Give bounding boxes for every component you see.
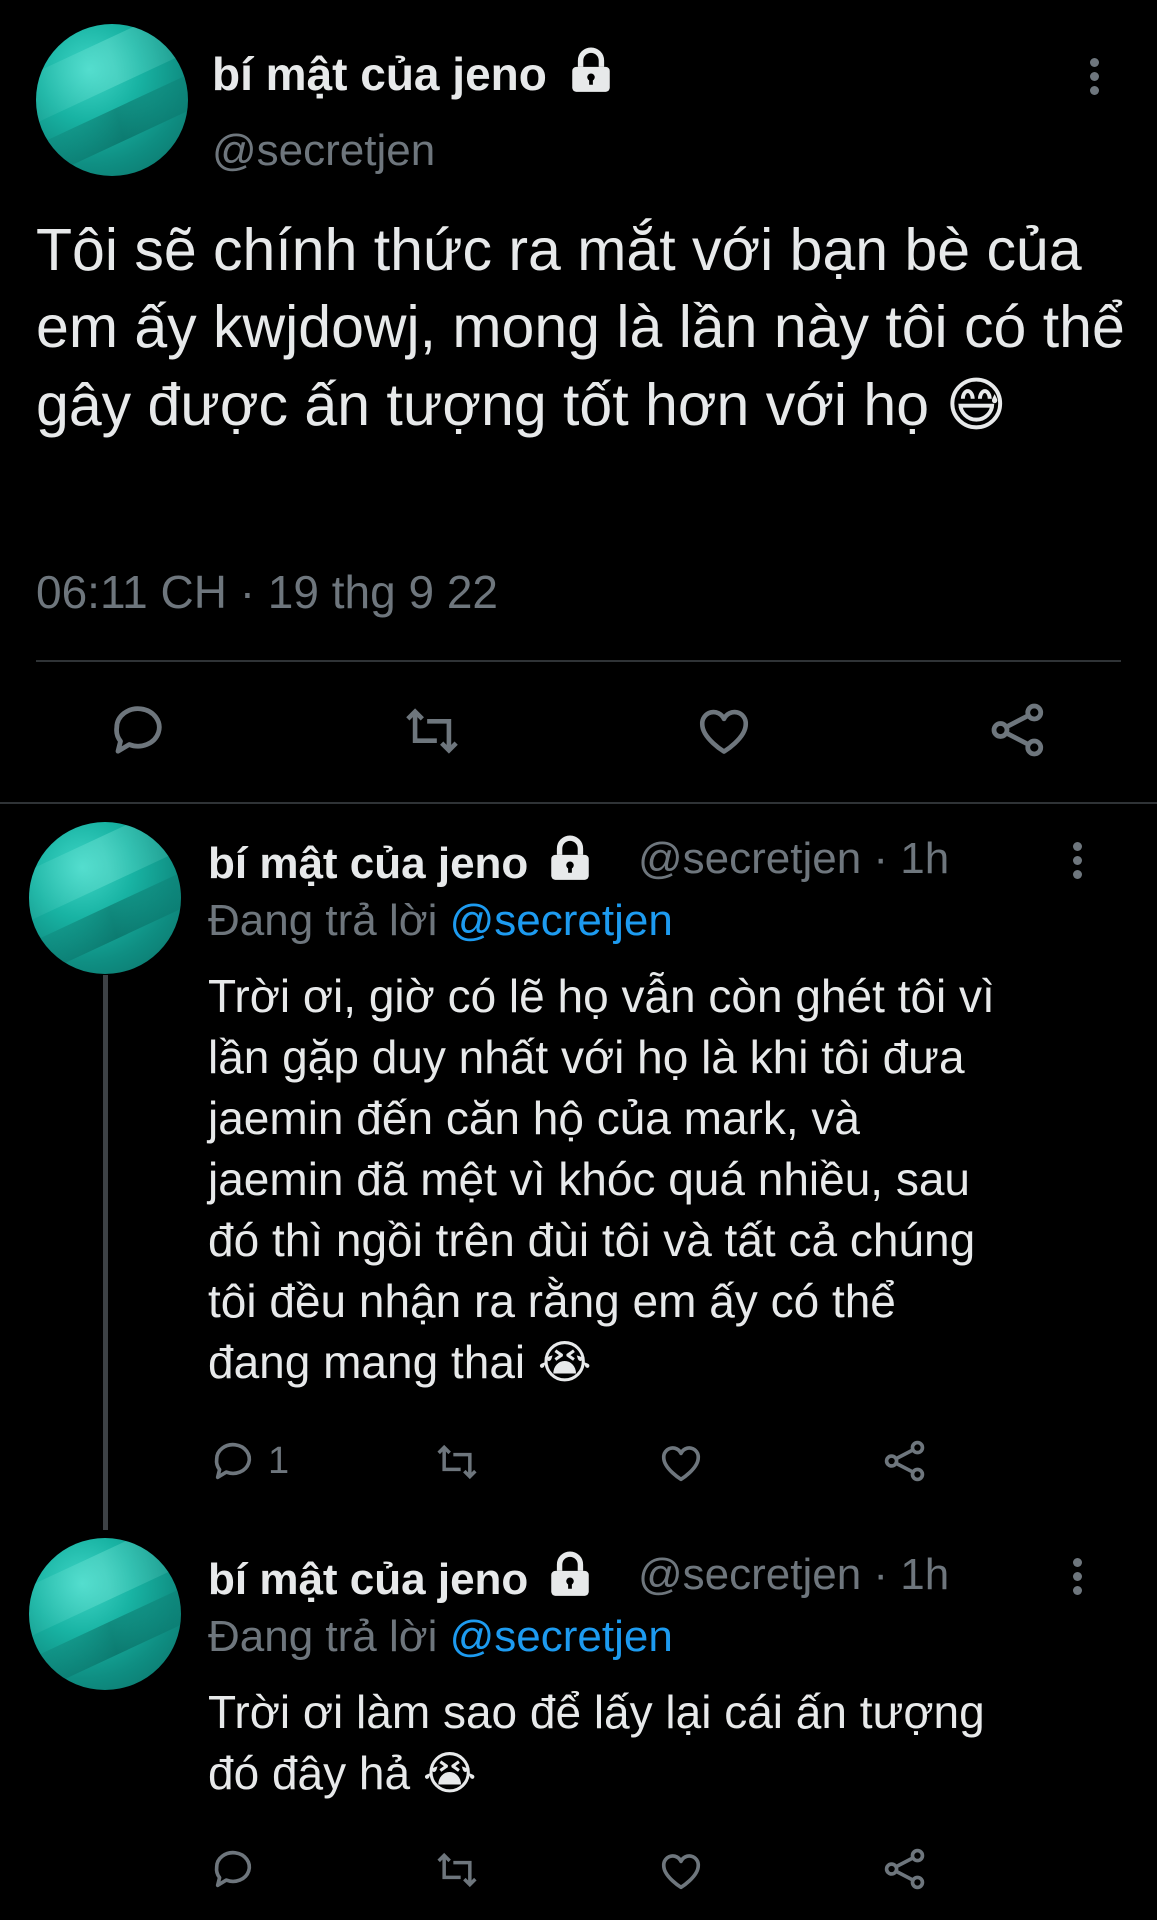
text-line: Trời ơi, giờ có lẽ họ vẫn còn ghét tôi v…: [208, 970, 995, 1022]
handle-time[interactable]: @secretjen · 1h: [638, 834, 949, 884]
avatar[interactable]: [36, 24, 188, 176]
reply-text: Trời ơi, giờ có lẽ họ vẫn còn ghét tôi v…: [208, 966, 1108, 1393]
reply-icon[interactable]: [210, 1846, 256, 1892]
lock-icon: [550, 1551, 589, 1596]
like-icon[interactable]: [694, 702, 754, 760]
lock-icon: [550, 835, 589, 880]
tweet-timestamp[interactable]: 06:11 CH · 19 thg 9 22: [36, 565, 498, 619]
lock-icon: [571, 47, 610, 92]
reply-count: 1: [268, 1440, 290, 1482]
retweet-icon[interactable]: [432, 1440, 482, 1484]
more-options-icon[interactable]: [1071, 1558, 1083, 1600]
replying-label: Đang trả lời: [208, 1612, 438, 1661]
author-name-text: bí mật của jeno: [208, 1555, 529, 1604]
share-icon[interactable]: [882, 1438, 928, 1484]
author-name[interactable]: bí mật của jeno: [212, 46, 616, 101]
text-line: jaemin đến căn hộ của mark, và: [208, 1092, 861, 1144]
retweet-icon[interactable]: [432, 1848, 482, 1892]
more-options-icon[interactable]: [1088, 58, 1100, 100]
share-icon[interactable]: [882, 1846, 928, 1892]
retweet-icon[interactable]: [400, 702, 464, 760]
text-line: jaemin đã mệt vì khóc quá nhiều, sau: [208, 1153, 971, 1205]
author-name[interactable]: bí mật của jeno: [208, 834, 595, 889]
author-name[interactable]: bí mật của jeno: [208, 1550, 595, 1605]
text-line: đó đây hả: [208, 1747, 411, 1799]
mention-link[interactable]: @secretjen: [450, 896, 673, 945]
text-line-last: đang mang thai 😭: [208, 1332, 1108, 1393]
replying-to: Đang trả lời @secretjen: [208, 1612, 673, 1662]
divider: [36, 660, 1121, 662]
text-line: tôi đều nhận ra rằng em ấy có thể: [208, 1275, 896, 1327]
author-name-text: bí mật của jeno: [212, 48, 547, 100]
sweat-smile-emoji: 😅: [945, 370, 1007, 439]
reply-icon[interactable]: [108, 700, 168, 760]
divider: [0, 802, 1157, 804]
like-icon[interactable]: [658, 1848, 704, 1894]
replying-to: Đang trả lời @secretjen: [208, 896, 673, 946]
crying-emoji: 😭: [422, 1746, 477, 1800]
more-options-icon[interactable]: [1071, 842, 1083, 884]
handle-time[interactable]: @secretjen · 1h: [638, 1550, 949, 1600]
text-line: Trời ơi làm sao để lấy lại cái ấn tượng: [208, 1686, 985, 1738]
text-line: đang mang thai: [208, 1336, 526, 1388]
tweet-text: Tôi sẽ chính thức ra mắt với bạn bè của …: [36, 212, 1136, 444]
avatar[interactable]: [29, 822, 181, 974]
text-line: đó thì ngồi trên đùi tôi và tất cả chúng: [208, 1214, 976, 1266]
share-icon[interactable]: [988, 700, 1048, 760]
author-handle[interactable]: @secretjen: [212, 126, 435, 176]
like-icon[interactable]: [658, 1440, 704, 1486]
mention-link[interactable]: @secretjen: [450, 1612, 673, 1661]
replying-label: Đang trả lời: [208, 896, 438, 945]
reply-icon[interactable]: [210, 1438, 256, 1484]
text-line-last: đó đây hả 😭: [208, 1743, 1108, 1804]
author-name-text: bí mật của jeno: [208, 839, 529, 888]
thread-line: [103, 975, 108, 1530]
reply-text: Trời ơi làm sao để lấy lại cái ấn tượng …: [208, 1682, 1108, 1804]
text-line: lần gặp duy nhất với họ là khi tôi đưa: [208, 1031, 965, 1083]
avatar[interactable]: [29, 1538, 181, 1690]
crying-emoji: 😭: [537, 1335, 592, 1389]
